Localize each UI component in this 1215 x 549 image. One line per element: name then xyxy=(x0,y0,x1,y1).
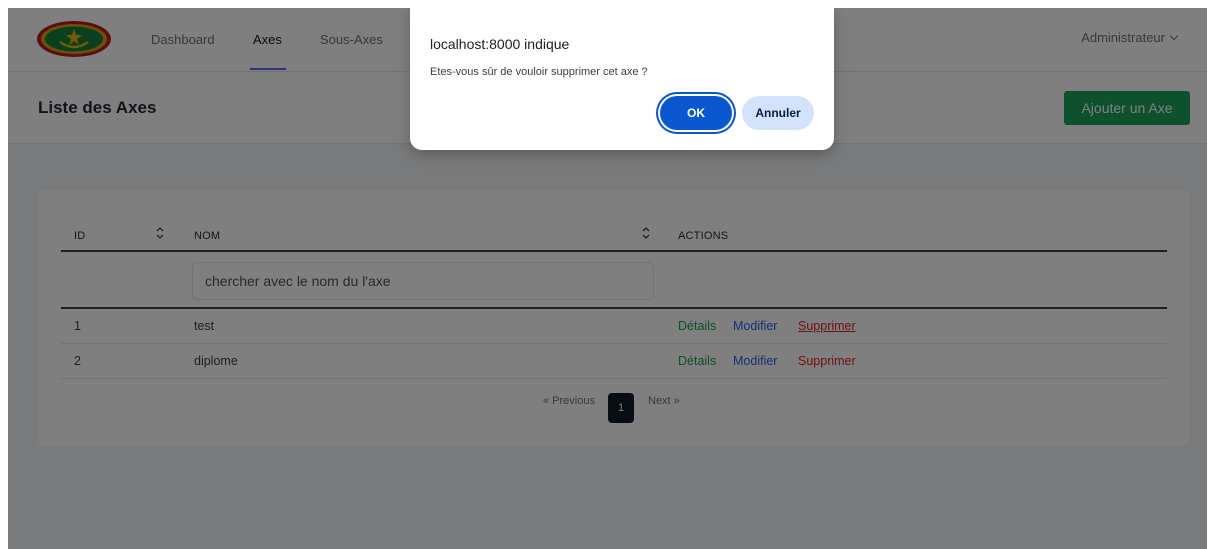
dialog-message: Etes-vous sûr de vouloir supprimer cet a… xyxy=(430,66,648,78)
cancel-button[interactable]: Annuler xyxy=(742,96,814,130)
confirm-dialog: localhost:8000 indique Etes-vous sûr de … xyxy=(410,8,834,150)
ok-button[interactable]: OK xyxy=(660,96,732,130)
app-window: Dashboard Axes Sous-Axes Administrateur … xyxy=(8,8,1207,549)
dialog-title: localhost:8000 indique xyxy=(430,36,570,52)
